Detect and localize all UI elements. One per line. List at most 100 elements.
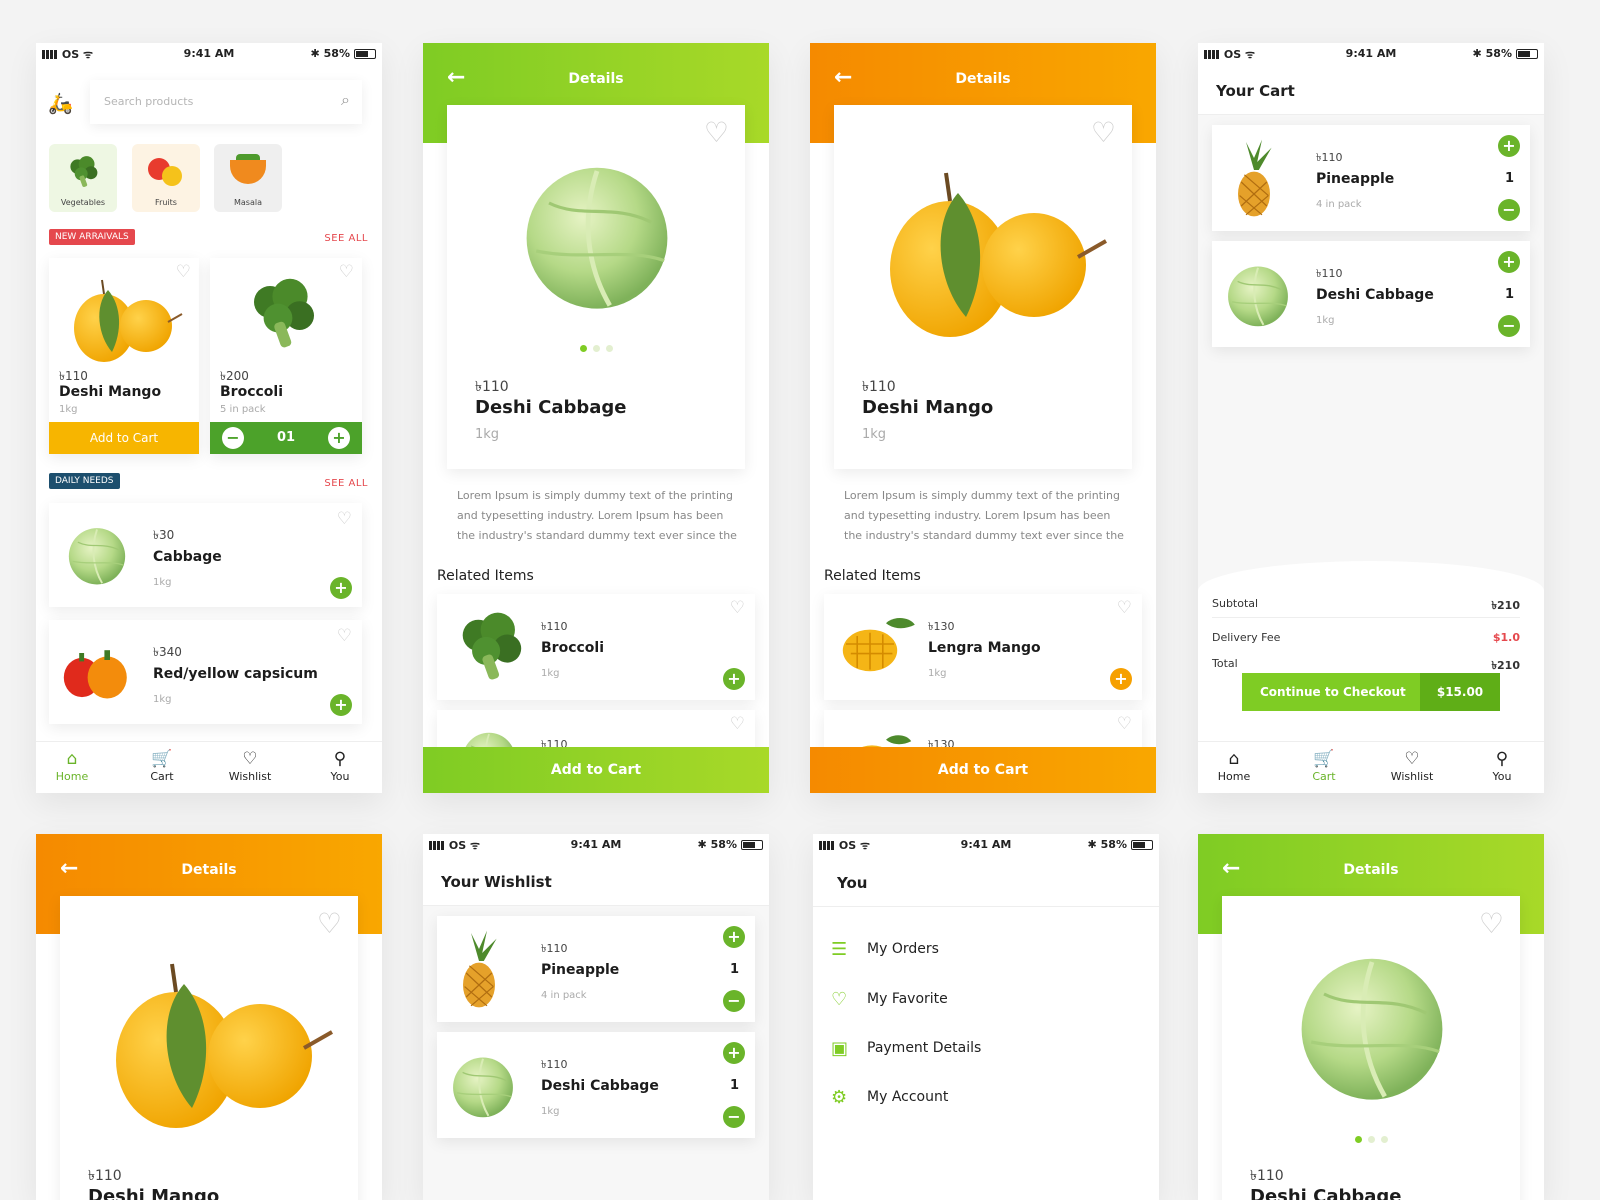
- increase-button[interactable]: +: [723, 1042, 745, 1064]
- delivery-scooter-icon[interactable]: 🛵: [48, 91, 73, 115]
- product-row-cabbage[interactable]: ৳30 Cabbage 1kg ♡ +: [49, 503, 362, 607]
- tab-cart[interactable]: 🛒 Cart: [132, 748, 192, 783]
- heart-icon[interactable]: ♡: [1117, 716, 1132, 733]
- see-all-link[interactable]: SEE ALL: [324, 478, 368, 489]
- quantity-value: 1: [729, 1078, 739, 1093]
- category-vegetables[interactable]: Vegetables: [49, 144, 117, 212]
- details-screen-cabbage: ← Details ♡ ৳110 Deshi Cabbage 1kg Lorem…: [423, 43, 769, 793]
- decrease-button[interactable]: −: [1498, 315, 1520, 337]
- search-input[interactable]: Search products: [104, 95, 193, 108]
- tab-wishlist[interactable]: ♡ Wishlist: [1382, 748, 1442, 783]
- decrease-button[interactable]: −: [723, 990, 745, 1012]
- cabbage-image: [517, 155, 677, 315]
- battery-percent: 58%: [1100, 838, 1127, 851]
- add-button[interactable]: +: [723, 668, 745, 690]
- quantity-value: 1: [729, 962, 739, 977]
- product-hero-card: ♡ ৳110 Deshi Mango: [60, 896, 358, 1200]
- search-icon[interactable]: ⌕: [341, 90, 350, 110]
- cabbage-image: [1292, 946, 1452, 1106]
- product-unit: 1kg: [928, 668, 947, 679]
- mango-image: [96, 956, 336, 1136]
- tab-you[interactable]: ⚲ You: [310, 748, 370, 783]
- home-icon: ⌂: [1228, 749, 1240, 769]
- cabbage-image: [1224, 261, 1292, 329]
- product-name: Deshi Cabbage: [541, 1078, 659, 1094]
- product-hero-card: ♡ ৳110 Deshi Mango 1kg: [834, 105, 1132, 469]
- see-all-link[interactable]: SEE ALL: [324, 233, 368, 244]
- category-fruits[interactable]: Fruits: [132, 144, 200, 212]
- heart-icon[interactable]: ♡: [1117, 600, 1132, 617]
- product-unit: 1kg: [1316, 315, 1335, 326]
- increase-button[interactable]: +: [723, 926, 745, 948]
- tab-home[interactable]: ⌂ Home: [1204, 748, 1264, 783]
- product-price: ৳110: [541, 1058, 568, 1071]
- bluetooth-icon: ✱: [310, 47, 320, 60]
- heart-icon[interactable]: ♡: [317, 910, 342, 938]
- add-button[interactable]: +: [1110, 668, 1132, 690]
- battery-percent: 58%: [710, 838, 737, 851]
- carousel-dots[interactable]: [1222, 1128, 1520, 1147]
- product-unit: 1kg: [541, 668, 560, 679]
- page-title: Details: [568, 71, 624, 87]
- cart-icon: 🛒: [151, 749, 173, 769]
- related-item-broccoli[interactable]: ৳110 Broccoli 1kg ♡ +: [437, 594, 755, 700]
- checkout-button[interactable]: Continue to Checkout $15.00: [1242, 673, 1500, 711]
- mango-image: [61, 276, 187, 366]
- heart-icon[interactable]: ♡: [337, 628, 352, 645]
- product-card-mango[interactable]: ♡ ৳110 Deshi Mango 1kg Add to Cart: [49, 258, 199, 454]
- tab-cart[interactable]: 🛒 Cart: [1294, 748, 1354, 783]
- heart-icon[interactable]: ♡: [730, 600, 745, 617]
- add-to-cart-button[interactable]: Add to Cart: [49, 422, 199, 454]
- increase-button[interactable]: +: [1498, 251, 1520, 273]
- battery-percent: 58%: [1485, 47, 1512, 60]
- search-bar[interactable]: Search products ⌕: [90, 80, 362, 124]
- checkout-amount: $15.00: [1420, 673, 1500, 711]
- product-name: Deshi Cabbage: [1316, 287, 1434, 303]
- heart-icon[interactable]: ♡: [704, 119, 729, 147]
- menu-label: My Favorite: [867, 991, 948, 1007]
- add-button[interactable]: +: [330, 577, 352, 599]
- add-to-cart-button[interactable]: Add to Cart: [423, 747, 769, 793]
- subtotal-value: ৳210: [1491, 599, 1520, 612]
- total-label: Total: [1212, 657, 1238, 670]
- capsicum-image: [61, 646, 131, 702]
- category-masala[interactable]: Masala: [214, 144, 282, 212]
- delivery-fee-label: Delivery Fee: [1212, 631, 1281, 644]
- user-icon: ⚲: [1495, 749, 1509, 769]
- add-to-cart-button[interactable]: Add to Cart: [810, 747, 1156, 793]
- decrease-button[interactable]: −: [1498, 199, 1520, 221]
- heart-icon[interactable]: ♡: [337, 511, 352, 528]
- product-name: Broccoli: [220, 384, 284, 400]
- product-hero-card: ♡ ৳110 Deshi Cabbage: [1222, 896, 1520, 1200]
- product-price: ৳110: [541, 942, 568, 955]
- product-name: Deshi Cabbage: [475, 397, 627, 418]
- heart-icon[interactable]: ♡: [1479, 910, 1504, 938]
- increase-button[interactable]: +: [1498, 135, 1520, 157]
- tab-label: Cart: [150, 770, 174, 783]
- heart-icon[interactable]: ♡: [730, 716, 745, 733]
- battery-icon: [354, 48, 376, 59]
- orders-icon: ☰: [831, 939, 848, 960]
- tab-you[interactable]: ⚲ You: [1472, 748, 1532, 783]
- tab-wishlist[interactable]: ♡ Wishlist: [220, 748, 280, 783]
- masala-bowl-icon: [230, 154, 266, 184]
- decrease-button[interactable]: −: [723, 1106, 745, 1128]
- heart-icon[interactable]: ♡: [176, 264, 191, 281]
- increase-button[interactable]: +: [328, 427, 350, 449]
- quantity-stepper[interactable]: − 01 +: [210, 422, 362, 454]
- product-card-broccoli[interactable]: ♡ ৳200 Broccoli 5 in pack − 01 +: [210, 258, 362, 454]
- product-row-capsicum[interactable]: ৳340 Red/yellow capsicum 1kg ♡ +: [49, 620, 362, 724]
- bluetooth-icon: ✱: [1087, 838, 1097, 851]
- product-name: Broccoli: [541, 640, 605, 656]
- heart-icon[interactable]: ♡: [339, 264, 354, 281]
- checkout-label: Continue to Checkout: [1260, 685, 1406, 699]
- related-item-lengra-mango[interactable]: ৳130 Lengra Mango 1kg ♡ +: [824, 594, 1142, 700]
- add-button[interactable]: +: [330, 694, 352, 716]
- tab-label: Home: [1217, 770, 1251, 783]
- carousel-dots[interactable]: [447, 337, 745, 356]
- heart-icon[interactable]: ♡: [1091, 119, 1116, 147]
- tab-home[interactable]: ⌂ Home: [42, 748, 102, 783]
- fruits-icon: [148, 154, 184, 188]
- product-unit: 4 in pack: [1316, 199, 1362, 210]
- user-icon: ⚲: [333, 749, 347, 769]
